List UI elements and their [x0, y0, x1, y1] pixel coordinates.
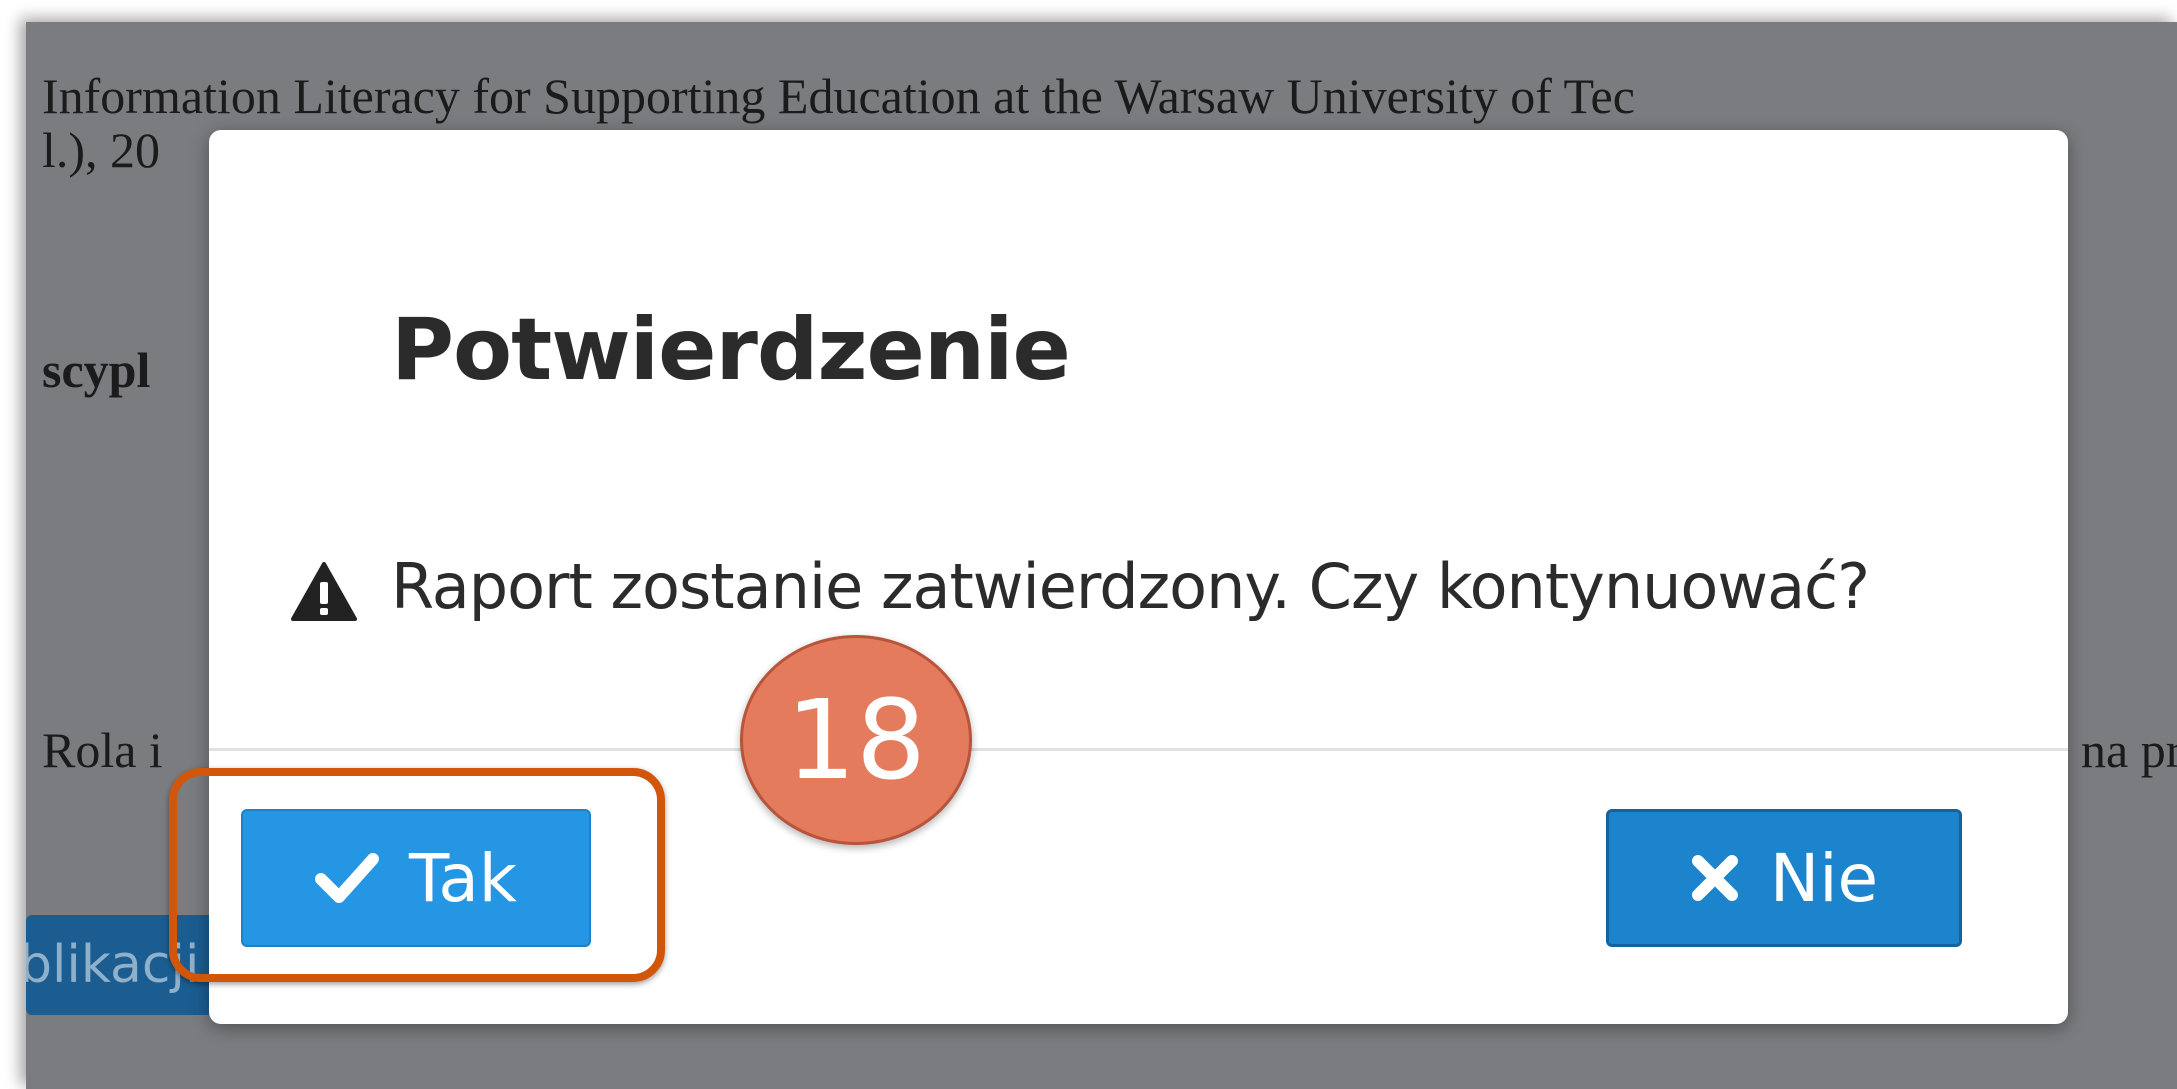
dialog-message: Raport zostanie zatwierdzony. Czy kontyn…	[391, 550, 1870, 623]
tutorial-highlight-box	[169, 768, 665, 982]
tutorial-step-badge: 18	[740, 635, 972, 845]
background-text-line: Rola i	[42, 722, 163, 778]
background-text-line: l.), 20	[42, 122, 161, 178]
warning-icon	[291, 562, 357, 621]
dialog-divider	[209, 748, 2068, 751]
close-icon	[1691, 855, 1738, 901]
dialog-title: Potwierdzenie	[391, 300, 1071, 400]
background-heading: scypl	[42, 342, 151, 398]
no-button-label: Nie	[1769, 839, 1879, 917]
screenshot-frame: Information Literacy for Supporting Educ…	[26, 22, 2177, 1089]
no-button[interactable]: Nie	[1606, 809, 1962, 947]
background-text-line: Information Literacy for Supporting Educ…	[42, 68, 1635, 124]
background-text-line: na prz	[2081, 722, 2177, 778]
